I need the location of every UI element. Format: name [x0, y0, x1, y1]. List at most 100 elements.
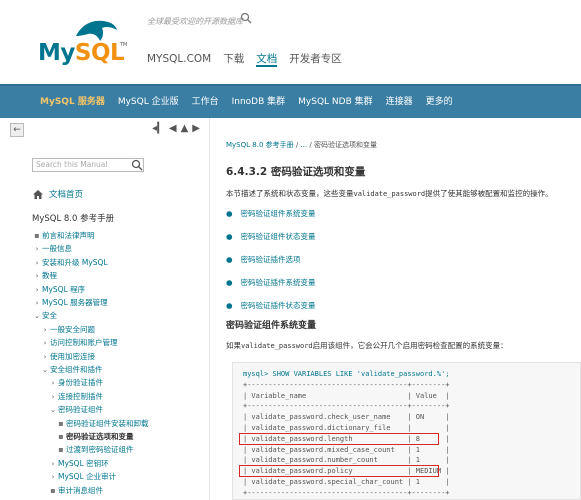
- logo-text: MySQL: [38, 40, 125, 66]
- toc-item[interactable]: › 安装和升级 MySQL: [32, 257, 108, 269]
- product-nav-more[interactable]: 更多的: [426, 86, 453, 118]
- product-nav-ndb-cluster[interactable]: MySQL NDB 集群: [298, 86, 372, 118]
- toc-item-label[interactable]: 安装和升级 MySQL: [42, 257, 108, 269]
- next-page-icon[interactable]: ▶: [192, 123, 200, 134]
- toc-item-label[interactable]: 密码验证组件: [58, 404, 103, 416]
- product-nav-innodb-cluster[interactable]: InnoDB 集群: [232, 86, 286, 118]
- collapse-sidebar-icon[interactable]: ←: [10, 123, 24, 137]
- toc-item[interactable]: › 使用加密连接: [40, 351, 95, 363]
- toc-item[interactable]: ▪ 密码验证选项和变量: [56, 431, 134, 443]
- toc-item-label[interactable]: MySQL 服务器管理: [42, 297, 108, 309]
- toc-item[interactable]: › 一般信息: [32, 243, 72, 255]
- chevron-right-icon[interactable]: ›: [32, 284, 42, 296]
- toc-item-label[interactable]: 过渡到密码验证组件: [66, 444, 134, 456]
- bullet-icon: ▪: [58, 418, 64, 428]
- toc-item-label[interactable]: 前言和法律声明: [42, 230, 95, 242]
- chevron-right-icon[interactable]: ›: [48, 377, 58, 389]
- breadcrumb-ellipsis[interactable]: ...: [300, 141, 307, 149]
- mysql-logo[interactable]: MySQL TM: [38, 20, 138, 72]
- toc-item[interactable]: ▪ 密码验证组件安装和卸载: [56, 418, 149, 430]
- link-plugin-system-vars[interactable]: 密码验证插件系统变量: [241, 278, 316, 287]
- toc-item-label[interactable]: 一般安全问题: [50, 324, 95, 336]
- chevron-right-icon[interactable]: ›: [32, 270, 42, 282]
- toc-item[interactable]: › MySQL 密钥环: [48, 458, 109, 470]
- toc-item[interactable]: › 连接控制插件: [48, 391, 103, 403]
- manual-search-icon[interactable]: [131, 159, 143, 171]
- list-item[interactable]: ● 密码验证组件状态变量: [226, 231, 316, 242]
- chevron-right-icon[interactable]: ›: [48, 471, 58, 483]
- documentation-home-link[interactable]: 文档首页: [33, 188, 83, 200]
- link-component-system-vars[interactable]: 密码验证组件系统变量: [241, 209, 316, 218]
- list-item[interactable]: ● 密码验证插件系统变量: [226, 277, 316, 288]
- topnav-downloads[interactable]: 下载: [223, 51, 244, 67]
- toc-item-label[interactable]: 安全: [42, 310, 57, 322]
- toc-item[interactable]: ▪ 审计消息组件: [48, 485, 103, 497]
- toc-item-label[interactable]: 连接控制插件: [58, 391, 103, 403]
- search-icon[interactable]: [240, 12, 252, 24]
- bullet-icon: ▪: [34, 231, 40, 240]
- toc-item[interactable]: › MySQL 程序: [32, 284, 86, 296]
- toc-item[interactable]: › MySQL 企业审计: [48, 471, 117, 483]
- toc-item[interactable]: › 访问控制和账户管理: [40, 337, 118, 349]
- code-line: +--------------------------------------+…: [243, 380, 450, 389]
- product-nav-connectors[interactable]: 连接器: [386, 86, 413, 118]
- topnav-mysql-com[interactable]: MYSQL.COM: [147, 51, 211, 67]
- chevron-right-icon[interactable]: ›: [32, 257, 42, 269]
- chevron-right-icon[interactable]: ›: [32, 243, 42, 255]
- up-icon[interactable]: ▲: [181, 123, 189, 134]
- toc-item-label[interactable]: 安全组件和插件: [50, 364, 103, 376]
- link-component-status-vars[interactable]: 密码验证组件状态变量: [241, 232, 316, 241]
- toc-item-label[interactable]: 一般信息: [42, 243, 72, 255]
- link-plugin-options[interactable]: 密码验证插件选项: [241, 255, 301, 264]
- list-item[interactable]: ● 密码验证插件选项: [226, 254, 301, 265]
- product-nav-workbench[interactable]: 工作台: [192, 86, 219, 118]
- breadcrumb-separator: /: [309, 141, 312, 149]
- toc-item-label[interactable]: 密码验证选项和变量: [66, 431, 134, 443]
- site-search-input[interactable]: 全球最受欢迎的开源数据库: [147, 14, 287, 30]
- toc-item[interactable]: ▪ 前言和法律声明: [32, 230, 95, 242]
- page-title: 6.4.3.2 密码验证选项和变量: [226, 166, 366, 178]
- code-line: | validate_password.dictionary_file | |: [243, 424, 450, 432]
- highlight-box: [239, 465, 439, 478]
- topnav-developer-zone[interactable]: 开发者专区: [289, 51, 342, 67]
- toc-item-label[interactable]: 使用加密连接: [50, 351, 95, 363]
- toc-item-label[interactable]: MySQL 企业审计: [58, 471, 116, 483]
- product-nav-enterprise[interactable]: MySQL 企业版: [118, 86, 179, 118]
- toc-item-label[interactable]: 审计消息组件: [58, 485, 103, 497]
- list-item[interactable]: ● 密码验证插件状态变量: [226, 300, 316, 311]
- list-item[interactable]: ● 密码验证组件系统变量: [226, 208, 316, 219]
- expanded-chevron-icon[interactable]: ⌄: [32, 310, 42, 322]
- toc-item[interactable]: › 教程: [32, 270, 57, 282]
- toc-item[interactable]: ⌄ 密码验证组件: [48, 404, 103, 416]
- chevron-right-icon[interactable]: ›: [40, 337, 50, 349]
- topnav-documentation[interactable]: 文档: [256, 51, 278, 67]
- chevron-right-icon[interactable]: ›: [48, 458, 58, 470]
- chevron-right-icon[interactable]: ›: [40, 324, 50, 336]
- expanded-chevron-icon[interactable]: ⌄: [48, 404, 58, 416]
- home-icon: [33, 189, 43, 199]
- toc-item-label[interactable]: 身份验证插件: [58, 377, 103, 389]
- toc-item-label[interactable]: 访问控制和账户管理: [50, 337, 118, 349]
- link-plugin-status-vars[interactable]: 密码验证插件状态变量: [241, 301, 316, 310]
- toc-item[interactable]: ▪ 过渡到密码验证组件: [56, 444, 134, 456]
- expanded-chevron-icon[interactable]: ⌄: [40, 364, 50, 376]
- toc-item[interactable]: ⌄ 安全组件和插件: [40, 364, 103, 376]
- code-line: | Variable_name | Value |: [243, 391, 450, 400]
- toc-item-label[interactable]: MySQL 密钥环: [58, 458, 109, 470]
- toc-item[interactable]: ⌄ 安全: [32, 310, 57, 322]
- previous-page-icon[interactable]: ◀: [169, 123, 177, 134]
- product-nav-server[interactable]: MySQL 服务器: [40, 86, 105, 118]
- first-page-icon[interactable]: ◂▎: [152, 123, 165, 134]
- toc-item-label[interactable]: 密码验证组件安装和卸载: [66, 418, 149, 430]
- code-block: mysql> SHOW VARIABLES LIKE 'validate_pas…: [232, 362, 581, 500]
- toc-item-label[interactable]: 教程: [42, 270, 57, 282]
- manual-search-input[interactable]: Search this Manual: [32, 158, 144, 172]
- chevron-right-icon[interactable]: ›: [40, 351, 50, 363]
- chevron-right-icon[interactable]: ›: [48, 391, 58, 403]
- toc-item[interactable]: › 身份验证插件: [48, 377, 103, 389]
- toc-item[interactable]: › MySQL 服务器管理: [32, 297, 108, 309]
- toc-item-label[interactable]: MySQL 程序: [42, 284, 85, 296]
- chevron-right-icon[interactable]: ›: [32, 297, 42, 309]
- toc-item[interactable]: › 一般安全问题: [40, 324, 95, 336]
- breadcrumb-root[interactable]: MySQL 8.0 参考手册: [226, 141, 294, 149]
